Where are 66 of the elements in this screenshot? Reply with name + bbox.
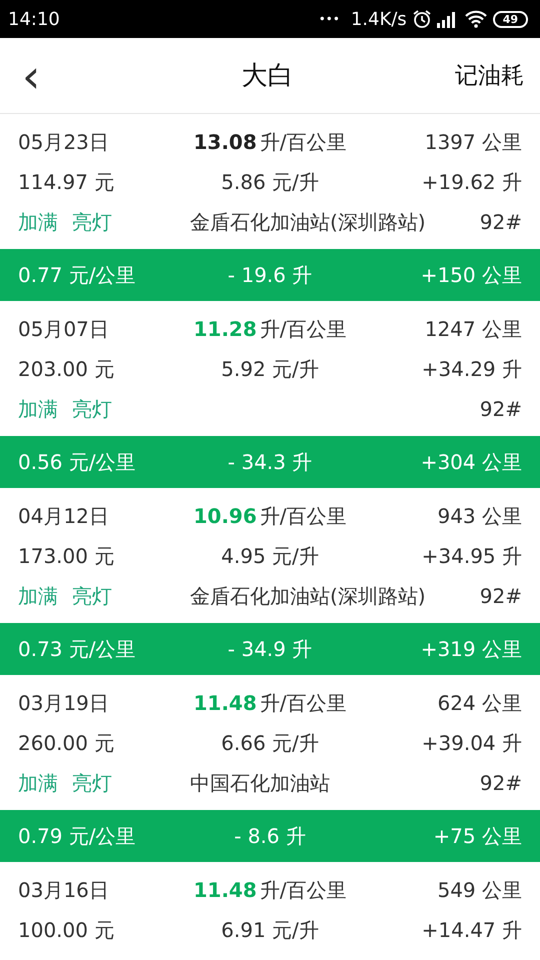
tag-label: 加满 xyxy=(18,396,58,422)
odometer-text: 1247 公里 xyxy=(424,316,522,342)
distance-diff-text: +75 公里 xyxy=(433,822,522,850)
network-speed: 1.4K/s xyxy=(350,8,407,30)
more-dots: ••• xyxy=(318,12,340,26)
cost-text: 203.00 元 xyxy=(18,356,114,382)
date-text: 05月23日 xyxy=(18,128,109,156)
distance-diff-text: +304 公里 xyxy=(420,448,522,476)
cost-text: 173.00 元 xyxy=(18,542,114,570)
station-text: 金盾石化加油站(深圳路站) xyxy=(190,582,427,610)
consumption-text: 11.28 升/百公里 xyxy=(193,316,346,342)
date-text: 03月19日 xyxy=(18,690,109,716)
distance-diff-text: +319 公里 xyxy=(420,636,522,662)
distance-diff-text: +150 公里 xyxy=(420,262,522,288)
cost-per-km-text: 0.77 元/公里 xyxy=(18,262,136,288)
station-text: 金盾石化加油站(深圳路站) xyxy=(190,208,427,236)
status-time: 14:10 xyxy=(8,8,60,30)
odometer-text: 1397 公里 xyxy=(424,128,522,156)
liters-text: +39.04 升 xyxy=(422,730,522,756)
tag-label: 亮灯 xyxy=(72,396,112,422)
tag-label: 加满 xyxy=(18,582,58,610)
cost-per-km-text: 0.73 元/公里 xyxy=(18,636,136,662)
battery-icon: 49 xyxy=(492,10,528,28)
record-button[interactable]: 记油耗 xyxy=(455,60,524,91)
consumption-text: 13.08 升/百公里 xyxy=(193,128,346,156)
price-text: 4.95 元/升 xyxy=(221,542,319,570)
consumption-text: 11.48 升/百公里 xyxy=(193,876,346,904)
tag-label: 加满 xyxy=(18,770,58,796)
liters-text: +34.29 升 xyxy=(422,356,522,382)
odometer-text: 549 公里 xyxy=(437,876,522,904)
tag-label: 加满 xyxy=(18,208,58,236)
tag-label: 亮灯 xyxy=(72,582,112,610)
cost-per-km-text: 0.79 元/公里 xyxy=(18,822,136,850)
cost-text: 100.00 元 xyxy=(18,916,114,944)
liters-text: +34.95 升 xyxy=(422,542,522,570)
alarm-icon xyxy=(412,9,432,29)
consumption-text: 10.96 升/百公里 xyxy=(193,502,346,530)
price-text: 6.91 元/升 xyxy=(221,916,319,944)
cost-per-km-text: 0.56 元/公里 xyxy=(18,448,136,476)
price-text: 5.92 元/升 xyxy=(221,356,319,382)
cost-text: 260.00 元 xyxy=(18,730,114,756)
fuel-grade-text: 92# xyxy=(480,397,522,421)
fuel-diff-text: - 34.9 升 xyxy=(228,636,312,662)
odometer-text: 624 公里 xyxy=(437,690,522,716)
odometer-text: 943 公里 xyxy=(437,502,522,530)
fuel-grade-text: 92# xyxy=(480,771,522,795)
date-text: 03月16日 xyxy=(18,876,109,904)
fuel-diff-text: - 34.3 升 xyxy=(228,448,312,476)
tag-label: 亮灯 xyxy=(72,208,112,236)
liters-text: +14.47 升 xyxy=(422,916,522,944)
consumption-text: 11.48 升/百公里 xyxy=(193,690,346,716)
back-button[interactable]: ‹ xyxy=(22,52,40,98)
liters-text: +19.62 升 xyxy=(422,168,522,196)
fuel-diff-text: - 8.6 升 xyxy=(234,822,306,850)
fuel-grade-text: 92# xyxy=(480,584,522,608)
page-title: 大白 xyxy=(242,60,294,93)
date-text: 05月07日 xyxy=(18,316,109,342)
tag-label: 亮灯 xyxy=(72,770,112,796)
price-text: 6.66 元/升 xyxy=(221,730,319,756)
fuel-diff-text: - 19.6 升 xyxy=(228,262,312,288)
station-text: 中国石化加油站 xyxy=(190,770,331,796)
price-text: 5.86 元/升 xyxy=(221,168,319,196)
wifi-icon xyxy=(464,10,488,28)
date-text: 04月12日 xyxy=(18,502,109,530)
fuel-grade-text: 92# xyxy=(480,210,522,234)
cost-text: 114.97 元 xyxy=(18,168,114,196)
